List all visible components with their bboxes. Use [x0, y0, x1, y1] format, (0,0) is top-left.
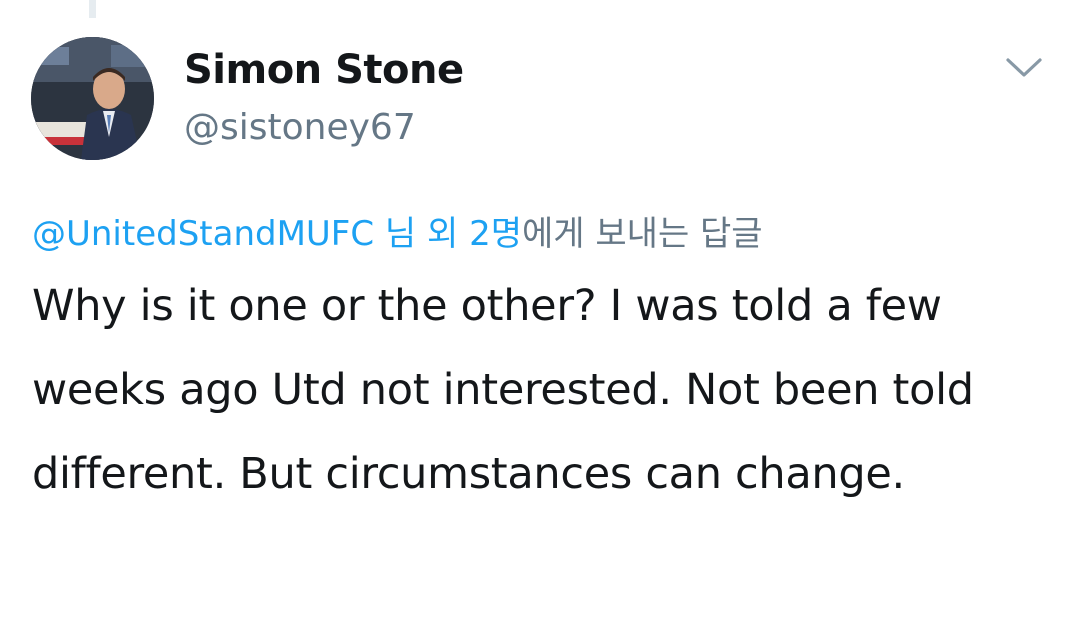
avatar[interactable]	[31, 37, 154, 160]
reply-context: @UnitedStandMUFC 님 외 2명에게 보내는 답글	[32, 210, 763, 258]
user-handle[interactable]: @sistoney67	[184, 104, 416, 152]
tweet-text: Why is it one or the other? I was told a…	[32, 281, 974, 499]
chevron-down-icon	[1006, 58, 1042, 77]
profile-photo-icon	[31, 37, 154, 160]
reply-mentions-link[interactable]: @UnitedStandMUFC 님 외 2명	[32, 214, 522, 254]
tweet-menu-button[interactable]	[1000, 44, 1048, 92]
tweet: Simon Stone @sistoney67 @UnitedStandMUFC…	[0, 0, 1080, 627]
thread-connector-line	[89, 0, 96, 18]
user-display-name[interactable]: Simon Stone	[184, 44, 464, 96]
reply-context-suffix: 에게 보내는 답글	[522, 214, 763, 254]
